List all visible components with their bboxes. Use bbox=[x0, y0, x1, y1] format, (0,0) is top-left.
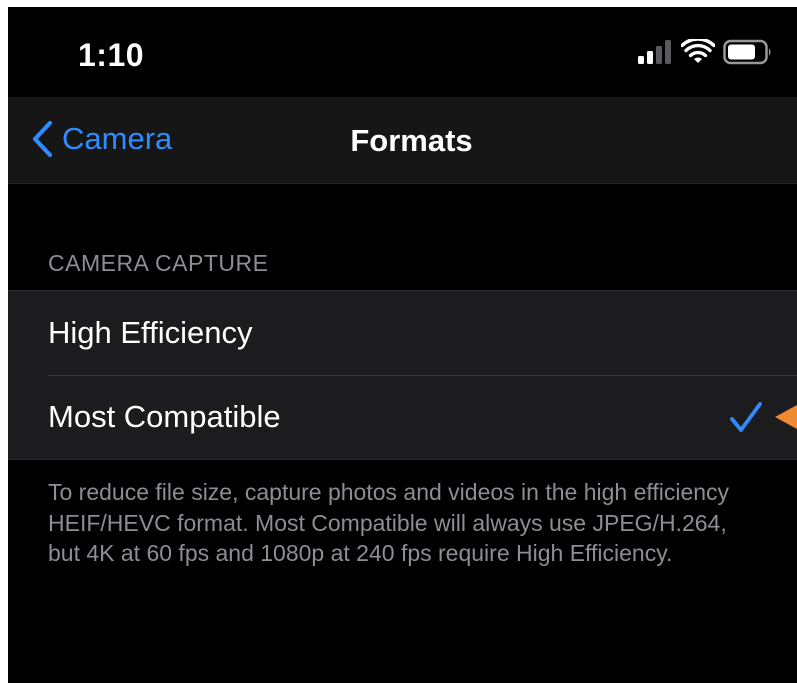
option-label: High Efficiency bbox=[48, 315, 253, 350]
status-bar: 1:10 bbox=[8, 7, 797, 87]
section-header: CAMERA CAPTURE bbox=[48, 250, 269, 276]
phone-screen: 1:10 Camera Formats CAMERA CAPTURE High … bbox=[8, 7, 797, 683]
status-time: 1:10 bbox=[78, 37, 145, 73]
option-most-compatible[interactable]: Most Compatible bbox=[8, 375, 797, 459]
annotation-arrow-icon bbox=[775, 405, 797, 429]
checkmark-icon bbox=[730, 402, 762, 432]
options-group: High Efficiency Most Compatible bbox=[8, 290, 797, 460]
option-high-efficiency[interactable]: High Efficiency bbox=[8, 291, 797, 375]
cellular-signal-icon bbox=[638, 40, 671, 64]
navigation-bar: Camera Formats bbox=[8, 97, 797, 184]
option-label: Most Compatible bbox=[48, 399, 281, 434]
page-title: Formats bbox=[350, 123, 473, 158]
battery-icon bbox=[723, 39, 771, 65]
wifi-icon bbox=[681, 39, 715, 63]
footer-description: To reduce file size, capture photos and … bbox=[48, 479, 730, 566]
